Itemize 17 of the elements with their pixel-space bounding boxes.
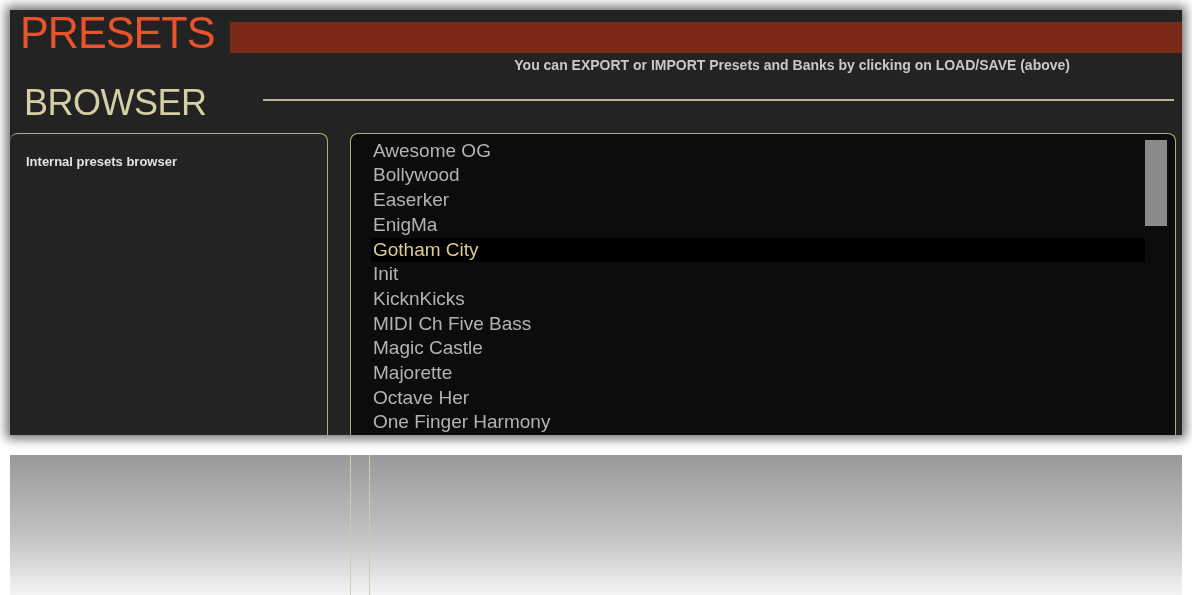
preset-item[interactable]: EnigMa xyxy=(371,212,1145,238)
preset-item[interactable]: Magic Castle xyxy=(371,336,1145,361)
preset-item[interactable]: Octave Her xyxy=(371,385,1145,411)
preset-item[interactable]: Majorette xyxy=(371,360,1145,386)
presets-title: PRESETS xyxy=(20,11,215,56)
export-import-info: You can EXPORT or IMPORT Presets and Banks by clicking on LOAD/SAVE (above) xyxy=(514,56,1070,75)
preset-item[interactable]: Bollywood xyxy=(371,163,1145,189)
scrollbar-thumb[interactable] xyxy=(1145,139,1167,226)
preset-item[interactable]: KicknKicks xyxy=(371,286,1145,312)
browser-description: Internal presets browser xyxy=(26,153,177,169)
preset-item[interactable]: MIDI Ch Five Bass xyxy=(371,311,1145,337)
preset-item[interactable]: Awesome OG xyxy=(371,138,1145,164)
preset-item[interactable]: One Finger Harmony xyxy=(371,410,1145,435)
browser-title: BROWSER xyxy=(24,85,207,122)
preset-item[interactable]: Gotham City xyxy=(371,237,1145,263)
preset-item[interactable]: Easerker xyxy=(371,188,1145,213)
preset-item[interactable]: Init xyxy=(371,262,1145,287)
